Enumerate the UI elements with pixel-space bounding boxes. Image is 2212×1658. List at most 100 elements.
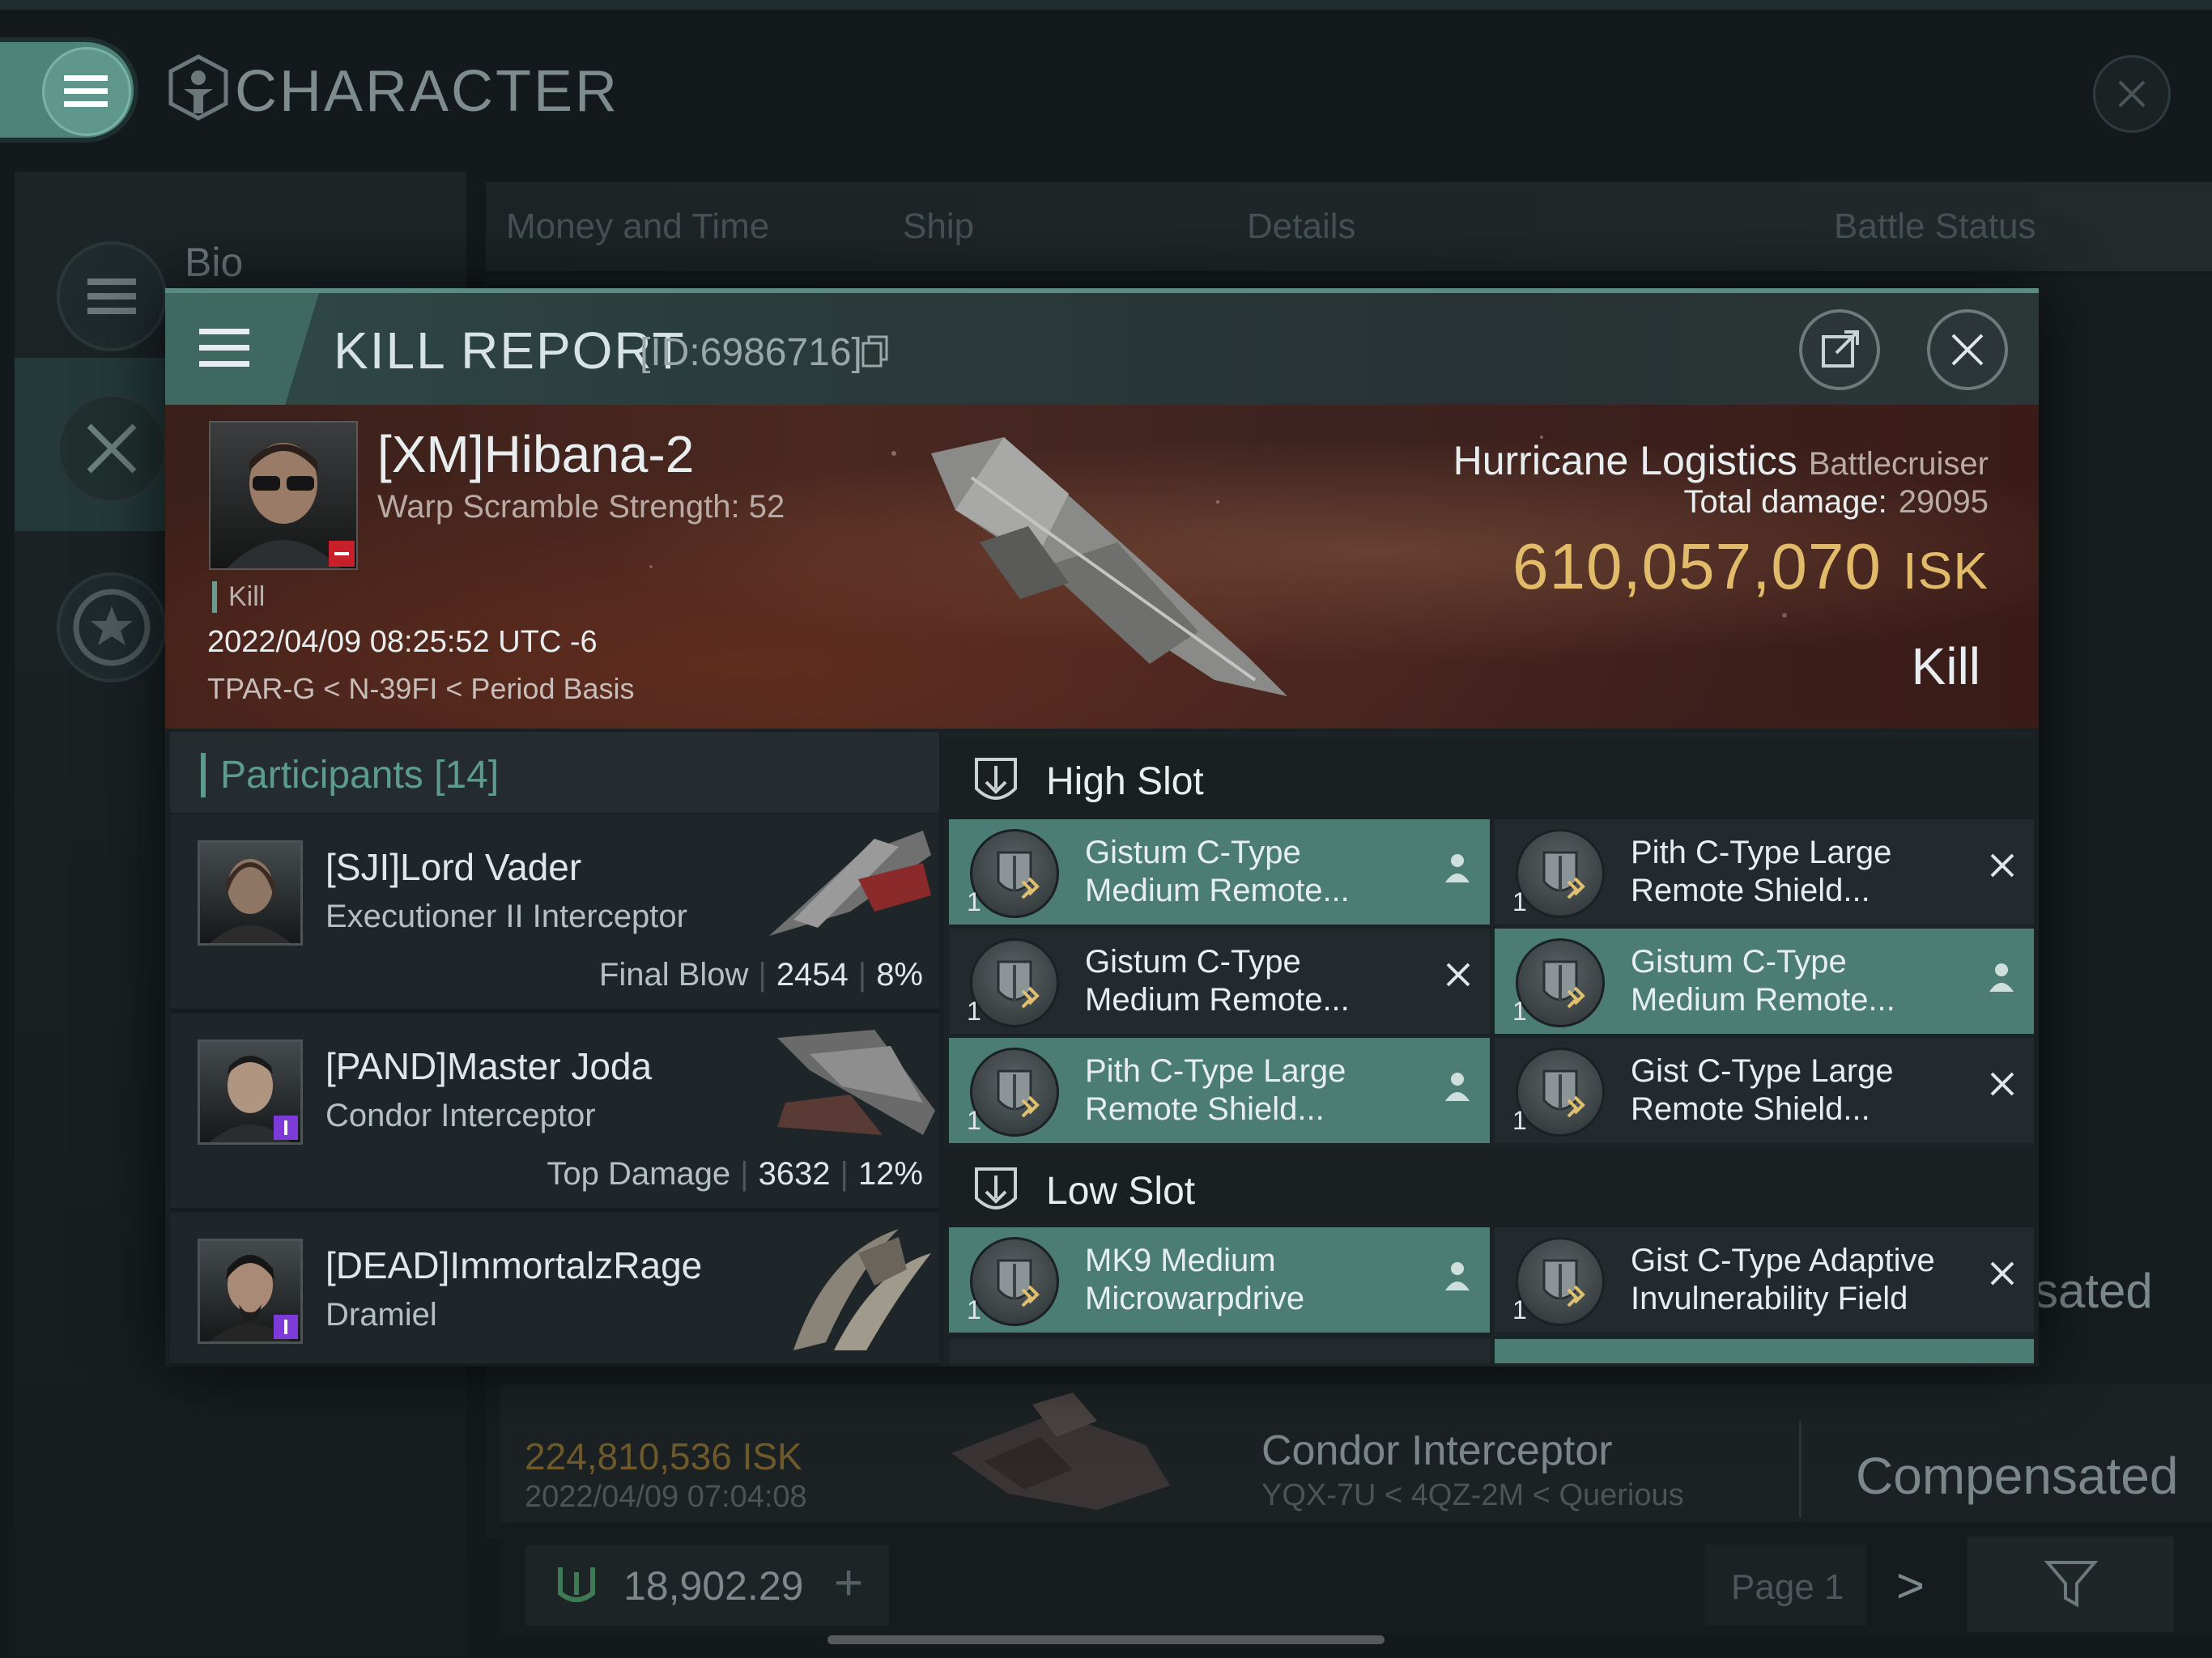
person-badge-icon [274,1116,298,1140]
report-id: [ID:6986716] [640,331,862,374]
module-card[interactable]: 1 Gistum C-Type Medium Remote... [1495,929,2034,1034]
participant-row[interactable]: [PAND]Master Joda Condor Interceptor Top… [170,1014,939,1211]
next-page-button[interactable]: > [1896,1558,1925,1613]
participant-ship: Executioner II Interceptor [325,899,687,934]
crossed-swords-icon [57,393,167,504]
participant-stats: Top Damage | 3632 | 12% [547,1156,923,1192]
wallet-value: 18,902.29 [623,1563,804,1609]
module-quantity: 1 [1512,887,1527,916]
module-partial [1495,1339,2034,1363]
damage-label: Total damage: [1683,484,1887,520]
module-icon [970,1048,1059,1137]
module-icon [970,829,1059,918]
modal-title: KILL REPORT [334,321,686,380]
victim-ship: Hurricane Logistics Battlecruiser [1453,437,1989,484]
page-label: Page 1 [1731,1567,1844,1607]
ship-icon [935,1388,1178,1522]
share-button[interactable] [1799,309,1880,390]
module-name: MK9 Medium Microwarpdrive [1085,1243,1305,1316]
module-name: Gist C-Type Adaptive Invulnerability Fie… [1631,1243,1935,1316]
interceptor-ship-icon [761,1022,939,1143]
x-icon [1989,1070,2016,1098]
close-button[interactable] [2093,55,2171,133]
interceptor-ship-icon [761,823,939,944]
row-status: Compensated [1856,1447,2179,1505]
high-slot-icon [972,756,1020,810]
participants-label: Participants [220,754,423,797]
filter-button[interactable] [1967,1537,2174,1632]
participants-count: [14] [434,754,500,797]
participant-row[interactable]: [SJI]Lord Vader Executioner II Intercept… [170,814,939,1012]
high-slot-title: High Slot [1046,760,1204,803]
ship-class: Battlecruiser [1808,446,1989,482]
module-quantity: 1 [967,1295,981,1324]
copy-icon[interactable] [861,335,890,369]
module-partial [949,1339,1490,1363]
module-quantity: 1 [1512,1295,1527,1324]
module-card[interactable]: 1 Pith C-Type Large Remote Shield... [949,1038,1490,1143]
module-icon [1516,829,1605,918]
participant-name: [SJI]Lord Vader [325,846,582,888]
hamburger-icon [42,47,131,136]
module-name: Pith C-Type Large Remote Shield... [1085,1053,1346,1127]
tab-ship[interactable]: Ship [903,206,974,247]
module-card[interactable]: 1 Gistum C-Type Medium Remote... [949,929,1490,1034]
star-badge-icon [57,572,167,682]
stat-label: Top Damage [547,1156,731,1192]
tab-money-and-time[interactable]: Money and Time [506,206,769,247]
module-quantity: 1 [1512,997,1527,1026]
module-quantity: 1 [1512,1106,1527,1135]
row-location: YQX-7U < 4QZ-2M < Querious [1261,1478,1684,1512]
module-name: Gistum C-Type Medium Remote... [1085,835,1350,908]
module-card[interactable]: 1 Pith C-Type Large Remote Shield... [1495,819,2034,925]
close-button[interactable] [1927,309,2008,390]
kill-location: TPAR-G < N-39FI < Period Basis [207,672,635,705]
top-bar [0,0,2212,10]
participant-row[interactable]: [DEAD]ImmortalzRage Dramiel [170,1213,939,1367]
participant-ship: Dramiel [325,1297,437,1333]
module-quantity: 1 [967,997,981,1026]
battlecruiser-ship-icon [907,421,1295,712]
main-menu-button[interactable] [0,42,134,138]
minus-badge-icon [329,541,355,567]
tab-battle-status[interactable]: Battle Status [1834,206,2035,247]
module-icon [1516,938,1605,1027]
separator: | [857,957,867,993]
tab-details[interactable]: Details [1247,206,1356,247]
isk-unit: ISK [1902,542,1989,600]
separator: | [740,1156,749,1192]
person-icon [1443,1260,1472,1292]
external-link-icon [1822,330,1859,368]
list-icon [57,241,167,351]
module-name: Gistum C-Type Medium Remote... [1631,944,1895,1018]
module-icon [970,1237,1059,1326]
person-icon [1443,852,1472,884]
module-icon [1516,1048,1605,1137]
kill-tag: Kill [212,581,265,613]
module-icon [970,938,1059,1027]
total-damage: Total damage: 29095 [1683,484,1989,521]
low-slot-title: Low Slot [1046,1170,1196,1213]
module-card[interactable]: 1 Gistum C-Type Medium Remote... [949,819,1490,925]
result-label: Kill [1911,637,1980,695]
home-indicator [827,1635,1385,1644]
victim-name: [XM]Hibana-2 [377,425,695,483]
module-name: Gistum C-Type Medium Remote... [1085,944,1350,1018]
module-card[interactable]: 1 MK9 Medium Microwarpdrive [949,1227,1490,1333]
ship-name: Hurricane Logistics [1453,438,1797,483]
module-name: Gist C-Type Large Remote Shield... [1631,1053,1894,1127]
add-funds-button[interactable]: + [834,1554,863,1612]
person-icon [1443,1070,1472,1103]
avatar [198,840,303,946]
row-ship-name: Condor Interceptor [1261,1427,1613,1474]
module-card[interactable]: 1 Gist C-Type Adaptive Invulnerability Fi… [1495,1227,2034,1333]
module-name: Pith C-Type Large Remote Shield... [1631,835,1892,908]
high-slot-header: High Slot [944,738,2034,819]
participant-name: [DEAD]ImmortalzRage [325,1244,703,1286]
frigate-ship-icon [777,1221,939,1358]
low-slot-header: Low Slot [944,1148,2034,1229]
person-badge-icon [274,1315,298,1339]
module-card[interactable]: 1 Gist C-Type Large Remote Shield... [1495,1038,2034,1143]
sidebar-item-label: Bio [185,240,244,285]
stat-percent: 12% [857,1156,923,1192]
